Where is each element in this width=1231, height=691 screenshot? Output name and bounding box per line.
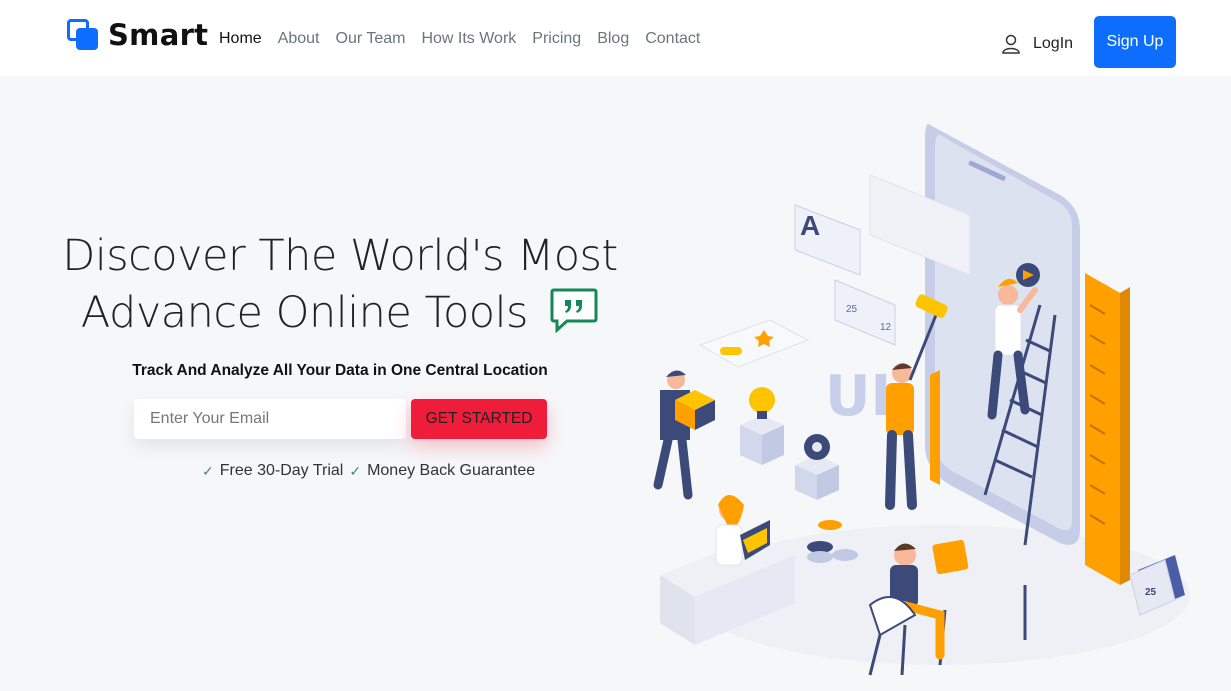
badge-ui: UI xyxy=(825,364,891,429)
badge-a: A xyxy=(800,210,820,241)
user-icon xyxy=(1002,34,1020,54)
login-label: LogIn xyxy=(1033,35,1074,52)
check-icon: ✓ xyxy=(349,462,362,479)
brand-name: Smart xyxy=(108,18,209,52)
top-navbar: Smart Home About Our Team How Its Work P… xyxy=(0,0,1231,76)
bulb-box-illustration xyxy=(740,387,784,465)
nav-contact[interactable]: Contact xyxy=(645,30,700,48)
ruler-illustration xyxy=(1085,273,1130,585)
gear-box-illustration xyxy=(795,434,839,500)
perks-list: ✓ Free 30-Day Trial ✓ Money Back Guarant… xyxy=(202,462,541,480)
hero-title-line2: Advance Online Tools xyxy=(80,288,529,338)
perk-item: ✓ Money Back Guarantee xyxy=(349,462,535,480)
logo-mark-icon xyxy=(67,18,100,52)
person-carrying-box xyxy=(653,370,715,500)
perk-label: Money Back Guarantee xyxy=(367,462,536,479)
signup-button[interactable]: Sign Up xyxy=(1094,16,1176,68)
brand-logo[interactable]: Smart xyxy=(67,18,208,52)
badge-25-a: 25 xyxy=(846,304,858,315)
badge-12: 12 xyxy=(880,322,892,333)
check-icon: ✓ xyxy=(202,462,214,479)
hero-illustration: A 25 12 UI 25 xyxy=(653,124,1190,676)
main-nav: Home About Our Team How Its Work Pricing… xyxy=(219,30,716,48)
nav-our-team[interactable]: Our Team xyxy=(336,30,406,48)
hero-subtitle: Track And Analyze All Your Data in One C… xyxy=(132,362,548,379)
nav-home[interactable]: Home xyxy=(219,30,262,48)
quote-bubble-icon xyxy=(550,288,598,333)
email-input[interactable] xyxy=(134,399,406,439)
perk-label: Free 30-Day Trial xyxy=(219,462,344,479)
perk-item: ✓ Free 30-Day Trial xyxy=(202,462,343,480)
nav-how-its-work[interactable]: How Its Work xyxy=(421,30,516,48)
nav-about[interactable]: About xyxy=(278,30,320,48)
get-started-button[interactable]: GET STARTED xyxy=(411,399,547,439)
hero-title: Discover The World's Most Advance Online… xyxy=(60,228,620,342)
nav-blog[interactable]: Blog xyxy=(597,30,629,48)
nav-pricing[interactable]: Pricing xyxy=(532,30,581,48)
signup-form: GET STARTED xyxy=(134,399,547,439)
hero-title-line1: Discover The World's Most xyxy=(62,231,618,281)
login-link[interactable]: LogIn xyxy=(1001,34,1073,54)
badge-25-b: 25 xyxy=(1145,587,1157,598)
